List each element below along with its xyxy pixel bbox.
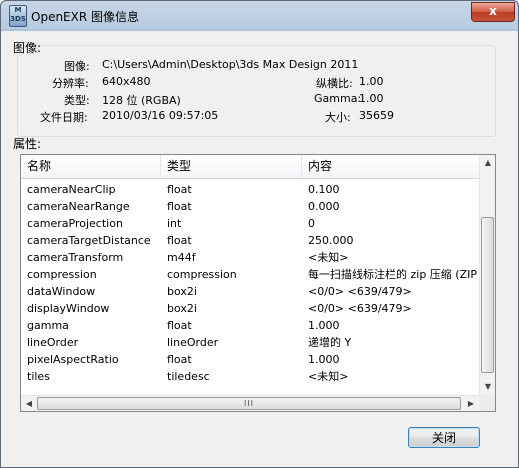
table-row[interactable]: cameraNearClip float 0.100 xyxy=(21,181,479,198)
table-row[interactable]: cameraTransform m44f <未知> xyxy=(21,249,479,266)
scroll-down-icon[interactable]: ▼ xyxy=(480,379,495,395)
table-row[interactable]: compression compression 每一扫描线标注栏的 zip 压缩 (… xyxy=(21,266,479,283)
app-icon: M 3DS xyxy=(9,5,27,27)
cell-type: box2i xyxy=(167,285,197,298)
cell-name: pixelAspectRatio xyxy=(27,353,119,366)
cell-type: float xyxy=(167,200,192,213)
cell-type: m44f xyxy=(167,251,196,264)
table-row[interactable]: lineOrder lineOrder 递增的 Y xyxy=(21,334,479,351)
cell-type: float xyxy=(167,319,192,332)
cell-name: tiles xyxy=(27,370,50,383)
cell-content: <0/0> <639/479> xyxy=(308,302,412,315)
properties-title: 属性: xyxy=(13,137,42,151)
file-date-value: 2010/03/16 09:57:05 xyxy=(102,109,219,122)
cell-content: 0.100 xyxy=(308,183,340,196)
cell-name: cameraNearRange xyxy=(27,200,130,213)
title-bar[interactable]: M 3DS OpenEXR 图像信息 x xyxy=(1,1,518,31)
cell-name: dataWindow xyxy=(27,285,96,298)
size-label: 大小: xyxy=(325,111,351,124)
cell-content: 0 xyxy=(308,217,315,230)
cell-type: float xyxy=(167,183,192,196)
column-header-name[interactable]: 名称 xyxy=(21,155,161,178)
column-header-content[interactable]: 内容 xyxy=(302,155,479,178)
cell-content: 1.000 xyxy=(308,319,340,332)
scroll-up-icon[interactable]: ▲ xyxy=(480,155,495,171)
cell-name: cameraProjection xyxy=(27,217,123,230)
path-value: C:\Users\Admin\Desktop\3ds Max Design 20… xyxy=(102,58,359,71)
column-header-type[interactable]: 类型 xyxy=(161,155,302,178)
close-window-button[interactable]: x xyxy=(471,2,515,22)
cell-type: float xyxy=(167,234,192,247)
vertical-scrollbar[interactable]: ▲ ▼ xyxy=(479,155,495,395)
table-row[interactable]: cameraProjection int 0 xyxy=(21,215,479,232)
table-row[interactable]: cameraNearRange float 0.000 xyxy=(21,198,479,215)
openexr-info-window: M 3DS OpenEXR 图像信息 x 图像: 图像: C:\Users\Ad… xyxy=(0,0,519,468)
cell-name: cameraTargetDistance xyxy=(27,234,151,247)
cell-content: 250.000 xyxy=(308,234,354,247)
dialog-body: 图像: 图像: C:\Users\Admin\Desktop\3ds Max D… xyxy=(9,31,510,459)
cell-name: cameraTransform xyxy=(27,251,124,264)
gamma-value: 1.00 xyxy=(359,92,384,105)
image-group-title: 图像: xyxy=(13,41,42,55)
cell-content: <未知> xyxy=(308,251,349,264)
list-header: 名称 类型 内容 xyxy=(21,155,479,179)
close-button[interactable]: 关闭 xyxy=(408,427,480,448)
cell-type: compression xyxy=(167,268,237,281)
aspect-ratio-value: 1.00 xyxy=(359,75,384,88)
table-row[interactable]: displayWindow box2i <0/0> <639/479> xyxy=(21,300,479,317)
table-row[interactable]: tiles tiledesc <未知> xyxy=(21,368,479,385)
gamma-label: Gamma: xyxy=(314,92,362,105)
aspect-ratio-label: 纵横比: xyxy=(316,77,353,90)
cell-content: 每一扫描线标注栏的 zip 压缩 (ZIP xyxy=(308,268,478,281)
cell-name: gamma xyxy=(27,319,69,332)
path-label: 图像: xyxy=(64,60,90,73)
cell-content: 递增的 Y xyxy=(308,336,352,349)
cell-content: <未知> xyxy=(308,370,349,383)
cell-content: 1.000 xyxy=(308,353,340,366)
horizontal-scrollbar[interactable]: ◀ III ▶ xyxy=(21,395,479,411)
size-value: 35659 xyxy=(359,109,394,122)
horizontal-scroll-thumb[interactable]: III xyxy=(37,397,461,410)
scroll-left-icon[interactable]: ◀ xyxy=(21,396,37,411)
resolution-value: 640x480 xyxy=(102,75,151,88)
cell-name: displayWindow xyxy=(27,302,110,315)
cell-type: box2i xyxy=(167,302,197,315)
cell-content: <0/0> <639/479> xyxy=(308,285,412,298)
cell-name: cameraNearClip xyxy=(27,183,116,196)
type-value: 128 位 (RGBA) xyxy=(102,94,181,107)
cell-type: int xyxy=(167,217,182,230)
window-title: OpenEXR 图像信息 xyxy=(31,10,140,24)
cell-name: compression xyxy=(27,268,97,281)
type-label: 类型: xyxy=(64,94,90,107)
cell-type: lineOrder xyxy=(167,336,219,349)
table-row[interactable]: dataWindow box2i <0/0> <639/479> xyxy=(21,283,479,300)
table-row[interactable]: pixelAspectRatio float 1.000 xyxy=(21,351,479,368)
table-row[interactable]: gamma float 1.000 xyxy=(21,317,479,334)
table-row[interactable]: cameraTargetDistance float 250.000 xyxy=(21,232,479,249)
resolution-label: 分辨率: xyxy=(52,77,89,90)
cell-type: tiledesc xyxy=(167,370,210,383)
cell-content: 0.000 xyxy=(308,200,340,213)
vertical-scroll-thumb[interactable] xyxy=(481,217,494,373)
cell-name: lineOrder xyxy=(27,336,79,349)
properties-list[interactable]: 名称 类型 内容 cameraNearClip float 0.100 cameraN… xyxy=(20,154,496,412)
cell-type: float xyxy=(167,353,192,366)
scroll-right-icon[interactable]: ▶ xyxy=(463,396,479,411)
scrollbar-corner xyxy=(479,395,495,411)
file-date-label: 文件日期: xyxy=(40,111,88,124)
